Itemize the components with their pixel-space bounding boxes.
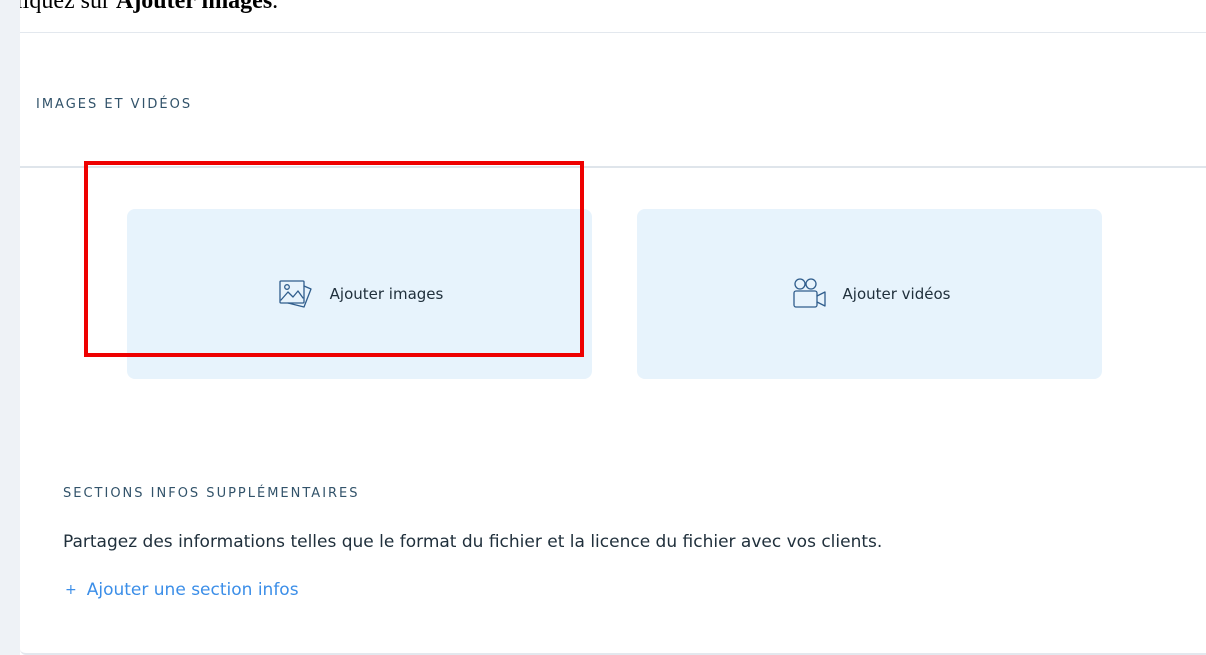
instruction-text: Cliquez sur Ajouter images. [0,0,278,16]
add-videos-button[interactable]: Ajouter vidéos [637,209,1102,379]
add-videos-label: Ajouter vidéos [842,285,951,303]
left-rail [0,0,20,655]
panel-header: IMAGES ET VIDÉOS [20,33,1206,168]
add-images-button[interactable]: Ajouter images [127,209,592,379]
media-section-title: IMAGES ET VIDÉOS [36,97,193,112]
product-media-panel: IMAGES ET VIDÉOS Ajouter images Ajouter … [20,32,1206,655]
instruction-target: Ajouter images [115,0,273,14]
add-info-section-link[interactable]: + Ajouter une section infos [65,580,299,600]
add-images-icon [276,277,316,311]
add-info-section-label: Ajouter une section infos [86,580,299,600]
add-videos-icon [789,277,829,311]
extra-info-description: Partagez des informations telles que le … [63,532,883,552]
instruction-suffix: . [272,0,279,14]
add-images-label: Ajouter images [329,285,444,303]
extra-info-title: SECTIONS INFOS SUPPLÉMENTAIRES [63,486,360,501]
plus-icon: + [65,582,77,598]
